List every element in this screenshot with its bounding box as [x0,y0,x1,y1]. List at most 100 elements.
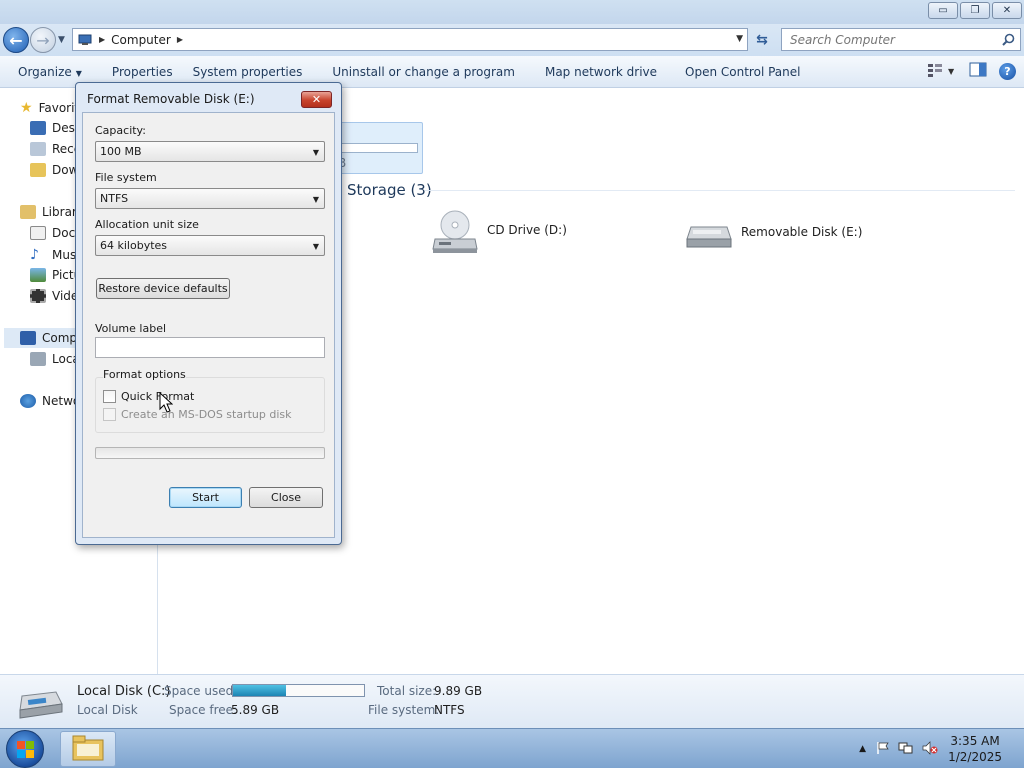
allocation-unit-value: 64 kilobytes [100,239,168,252]
volume-muted-icon[interactable] [922,740,938,758]
format-progress-bar [95,447,325,459]
action-center-flag-icon[interactable] [876,741,890,758]
taskbar: ▲ 3:35 AM 1/2/2025 [0,728,1024,768]
file-system-select[interactable]: NTFS ▼ [95,188,325,209]
network-status-icon[interactable] [898,741,914,758]
drive-cd[interactable]: CD Drive (D:) [431,209,567,258]
address-row: ← → ▼ ▶ Computer ▶ ▼ ⇆ [0,24,1024,56]
forward-arrow-icon: → [36,30,50,50]
refresh-button[interactable]: ⇆ [751,28,773,51]
address-history-dropdown[interactable]: ▼ [736,34,743,44]
nav-network[interactable]: Netwo [20,394,80,408]
clock-time: 3:35 AM [950,734,1000,748]
star-icon: ★ [20,100,33,116]
organize-menu[interactable]: Organize ▼ [0,65,92,79]
refresh-icon: ⇆ [756,31,768,48]
dialog-body: Capacity: 100 MB ▼ File system NTFS ▼ Allo… [82,112,335,538]
computer-icon [20,331,36,345]
show-hidden-icons-icon[interactable]: ▲ [859,744,866,754]
breadcrumb-computer[interactable]: Computer [111,33,171,47]
network-icon [20,394,36,408]
msdos-startup-checkbox [103,408,116,421]
map-network-drive-button[interactable]: Map network drive [535,65,667,79]
local-disk-icon [30,352,46,366]
preview-pane-icon[interactable] [969,62,987,80]
format-options-label: Format options [103,368,186,381]
back-arrow-icon: ← [9,30,23,50]
nav-favorites-label: Favorit [38,101,80,115]
details-pane: Local Disk (C:) Local Disk Space used: S… [0,674,1024,728]
search-box[interactable] [781,28,1021,51]
capacity-select[interactable]: 100 MB ▼ [95,141,325,162]
toolbar-view-controls: ▼ ? [927,62,1016,80]
organize-label: Organize [18,64,72,79]
drive-removable[interactable]: Removable Disk (E:) [685,221,862,254]
msdos-startup-label: Create an MS-DOS startup disk [121,408,292,421]
nav-videos[interactable]: Vide [30,289,78,303]
volume-label-input[interactable] [95,337,325,358]
details-name: Local Disk (C:) [77,684,171,699]
music-icon: ♪ [30,247,39,263]
recent-pages-dropdown[interactable]: ▼ [58,35,65,45]
clock[interactable]: 3:35 AM 1/2/2025 [948,733,1002,765]
computer-icon [77,33,93,47]
uninstall-program-button[interactable]: Uninstall or change a program [322,65,525,79]
window-controls: ▭ ❐ ✕ [928,2,1022,19]
help-icon[interactable]: ? [999,62,1016,80]
allocation-unit-select[interactable]: 64 kilobytes ▼ [95,235,325,256]
allocation-unit-label: Allocation unit size [95,218,199,231]
file-system-value: NTFS [434,703,465,717]
address-bar[interactable]: ▶ Computer ▶ ▼ [72,28,748,51]
close-window-button[interactable]: ✕ [992,2,1022,19]
removable-disk-icon [685,221,733,254]
forward-button[interactable]: → [30,27,56,53]
nav-computer-label: Comp [42,331,78,345]
nav-recent-places[interactable]: Rece [30,142,81,156]
quick-format-checkbox[interactable] [103,390,116,403]
chevron-down-icon: ▼ [75,68,82,78]
recent-places-icon [30,142,46,156]
quick-format-label[interactable]: Quick Format [121,390,194,403]
space-used-fill [233,685,286,696]
change-view-icon[interactable]: ▼ [927,63,957,80]
nav-libraries[interactable]: Librari [20,205,80,219]
maximize-button[interactable]: ❐ [960,2,990,19]
desktop-icon [30,121,46,135]
breadcrumb-arrow-icon[interactable]: ▶ [177,35,183,44]
start-button-dialog[interactable]: Start [169,487,242,508]
local-disk-tile[interactable]: B [335,122,423,174]
properties-button[interactable]: Properties [102,65,183,79]
minimize-icon: ▭ [938,5,948,16]
taskbar-explorer-button[interactable] [60,731,116,767]
search-input[interactable] [790,32,990,47]
dialog-close-button[interactable]: ✕ [301,91,332,108]
capacity-value: 100 MB [100,145,142,158]
nav-pictures[interactable]: Pictu [30,268,81,282]
breadcrumb-arrow-icon[interactable]: ▶ [99,35,105,44]
space-free-label: Space free: [169,703,238,717]
back-button[interactable]: ← [3,27,29,53]
folder-icon [71,734,105,765]
open-control-panel-button[interactable]: Open Control Panel [675,65,810,79]
nav-favorites[interactable]: ★ Favorit [20,100,79,116]
storage-group-header[interactable]: Storage (3) [347,181,432,199]
minimize-button[interactable]: ▭ [928,2,958,19]
nav-downloads[interactable]: Dow [30,163,78,177]
chevron-down-icon: ▼ [312,195,319,204]
close-button-dialog[interactable]: Close [249,487,323,508]
restore-icon: ❐ [970,5,980,16]
chevron-down-icon: ▼ [312,242,319,251]
start-button[interactable] [6,730,44,768]
search-icon[interactable] [1002,33,1015,49]
windows-logo-icon [17,741,35,762]
nav-local-disk[interactable]: Loca [30,352,80,366]
format-options-group [95,377,325,433]
restore-defaults-button[interactable]: Restore device defaults [96,278,230,299]
nav-music[interactable]: ♪ Mus [30,247,76,263]
space-used-bar [232,684,365,697]
window-titlebar: ▭ ❐ ✕ [0,0,1024,24]
documents-icon [30,226,46,240]
total-size-value: 9.89 GB [434,684,483,698]
system-properties-button[interactable]: System properties [183,65,313,79]
volume-label-label: Volume label [95,322,167,335]
